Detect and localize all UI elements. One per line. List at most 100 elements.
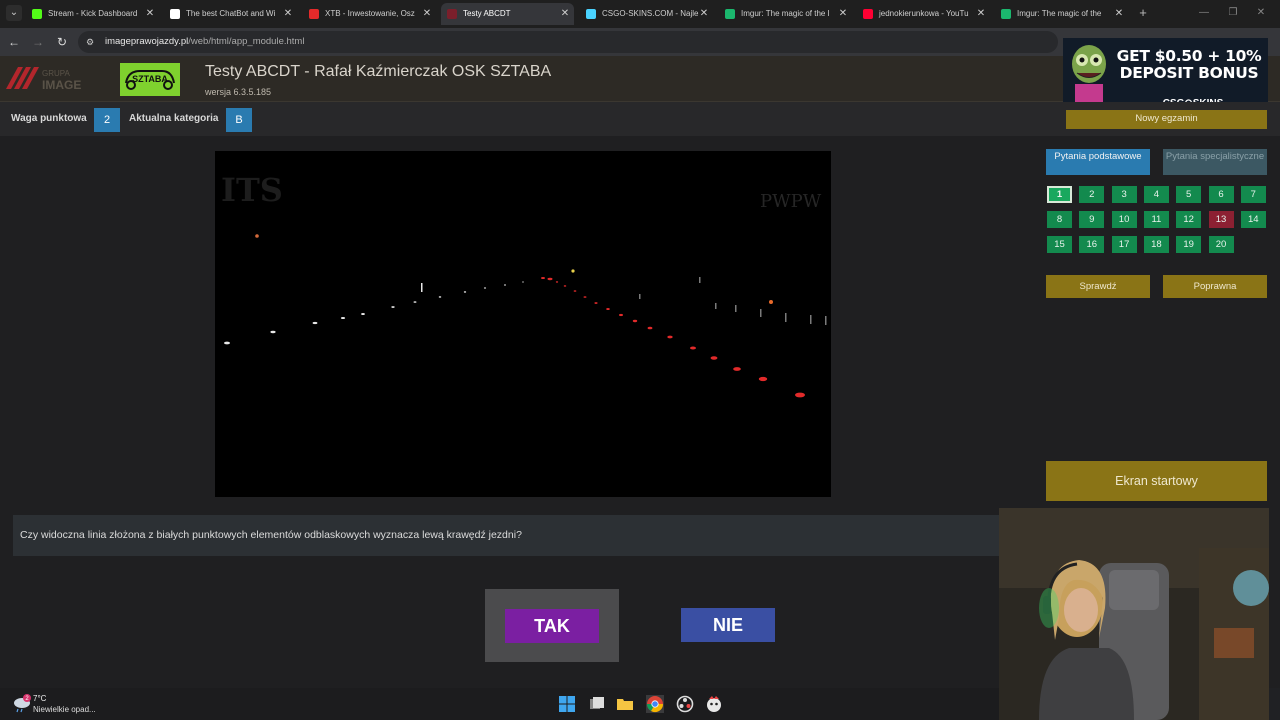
ad-headline: GET $0.50 + 10% DEPOSIT BONUS <box>1116 47 1262 82</box>
its-watermark: ITS <box>221 171 283 209</box>
question-number-button[interactable]: 5 <box>1176 186 1202 203</box>
question-number-button[interactable]: 19 <box>1176 236 1202 253</box>
answer-nie-button[interactable]: NIE <box>681 608 775 642</box>
question-number-button[interactable]: 6 <box>1208 186 1234 203</box>
new-exam-button[interactable]: Nowy egzamin <box>1066 110 1267 129</box>
question-number-button[interactable]: 10 <box>1111 211 1137 228</box>
weight-label: Waga punktowa <box>11 113 87 124</box>
start-screen-button[interactable]: Ekran startowy <box>1046 461 1267 501</box>
browser-tab[interactable]: XTB - Inwestowanie, Osz ✕ <box>303 3 436 25</box>
site-settings-icon[interactable]: ⚙ <box>86 35 98 49</box>
tab-title: The best ChatBot and Wi <box>186 9 276 18</box>
question-number-button[interactable]: 1 <box>1047 186 1072 203</box>
logo-image-text: IMAGE <box>42 78 81 92</box>
correct-answer-button[interactable]: Poprawna <box>1163 275 1267 298</box>
pwpw-watermark: PWPW <box>760 191 822 212</box>
grupa-image-logo: GRUPA IMAGE <box>6 67 81 92</box>
question-number-button[interactable]: 2 <box>1079 186 1105 203</box>
sztaba-logo: SZTABA <box>120 63 180 96</box>
url-text: imageprawojazdy.pl/web/html/app_module.h… <box>105 31 304 53</box>
minimize-icon[interactable]: — <box>1196 4 1212 22</box>
question-bar: Czy widoczna linia złożona z białych pun… <box>13 515 999 556</box>
url-path: /web/html/app_module.html <box>188 36 305 47</box>
question-number-button[interactable]: 9 <box>1079 211 1105 228</box>
chrome-icon[interactable] <box>646 695 664 713</box>
csgo-skins-ad-banner[interactable]: GET $0.50 + 10% DEPOSIT BONUS CSG⊙SKINS <box>1063 38 1268 112</box>
weight-value: 2 <box>94 108 120 132</box>
url-host: imageprawojazdy.pl <box>105 36 189 47</box>
close-tab-icon[interactable]: ✕ <box>976 3 986 25</box>
browser-tab[interactable]: Testy ABCDT ✕ <box>441 3 574 25</box>
close-tab-icon[interactable]: ✕ <box>1114 3 1124 25</box>
browser-tab[interactable]: jednokierunkowa - YouTu ✕ <box>857 3 990 25</box>
close-tab-icon[interactable]: ✕ <box>699 3 709 25</box>
tab-basic-questions[interactable]: Pytania podstawowe <box>1046 149 1150 175</box>
kick-icon <box>32 9 42 19</box>
weather-rain-icon[interactable]: 2 <box>12 693 32 713</box>
question-number-button[interactable]: 11 <box>1143 211 1169 228</box>
question-number-button[interactable]: 12 <box>1176 211 1202 228</box>
question-number-button[interactable]: 15 <box>1047 236 1072 253</box>
app-version: wersja 6.3.5.185 <box>205 87 272 97</box>
close-tab-icon[interactable]: ✕ <box>145 3 155 25</box>
weather-description: Niewielkie opad... <box>33 705 96 714</box>
night-road-scene: ITS PWPW <box>215 151 831 497</box>
browser-tab[interactable]: CSGO-SKINS.COM - Najle ✕ <box>580 3 713 25</box>
new-tab-plus-icon[interactable]: + <box>1136 4 1150 22</box>
zombie-mascot-icon <box>1072 45 1106 110</box>
tab-title: Stream - Kick Dashboard <box>48 9 138 18</box>
windows-taskbar: 2 7°C Niewielkie opad... <box>0 688 999 720</box>
question-number-button[interactable]: 14 <box>1240 211 1266 228</box>
csgo-skins-icon <box>586 9 596 19</box>
question-number-button[interactable]: 17 <box>1111 236 1137 253</box>
question-video: ITS PWPW <box>215 151 831 497</box>
answer-tak-button[interactable]: TAK <box>505 609 599 643</box>
testy-icon <box>447 9 457 19</box>
check-button[interactable]: Sprawdź <box>1046 275 1150 298</box>
tab-title: Imgur: The magic of the <box>1017 9 1102 18</box>
answer-tak-highlight: TAK <box>485 589 619 662</box>
file-explorer-icon[interactable] <box>616 695 634 713</box>
browser-tab[interactable]: The best ChatBot and Wi ✕ <box>164 3 297 25</box>
close-tab-icon[interactable]: ✕ <box>283 3 293 25</box>
address-bar[interactable]: ⚙ imageprawojazdy.pl/web/html/app_module… <box>78 31 1058 53</box>
mascot-app-icon[interactable] <box>705 695 723 713</box>
page-title: Testy ABCDT - Rafał Kaźmierczak OSK SZTA… <box>205 63 552 80</box>
tab-title: Testy ABCDT <box>463 9 511 18</box>
browser-tab-strip: ⌄ Stream - Kick Dashboard ✕ The best ChatB… <box>0 0 1280 28</box>
question-number-button[interactable]: 7 <box>1240 186 1266 203</box>
category-label: Aktualna kategoria <box>129 113 219 124</box>
question-number-button[interactable]: 20 <box>1208 236 1234 253</box>
question-number-button[interactable]: 16 <box>1079 236 1105 253</box>
tab-search-chevron-icon[interactable]: ⌄ <box>6 5 22 21</box>
question-number-button[interactable]: 8 <box>1047 211 1072 228</box>
task-view-icon[interactable] <box>588 695 606 713</box>
maximize-icon[interactable]: ❐ <box>1225 4 1241 22</box>
back-arrow-icon[interactable]: ← <box>6 34 22 50</box>
category-value: B <box>226 108 252 132</box>
question-number-button[interactable]: 3 <box>1111 186 1137 203</box>
tab-title: jednokierunkowa - YouTu <box>879 9 969 18</box>
obs-app-icon[interactable] <box>676 695 694 713</box>
close-tab-icon[interactable]: ✕ <box>838 3 848 25</box>
question-number-button[interactable]: 13 <box>1208 211 1234 228</box>
forward-arrow-icon[interactable]: → <box>30 34 46 50</box>
youtube-icon <box>863 9 873 19</box>
tab-title: Imgur: The magic of the I <box>741 9 830 18</box>
logo-grupa-text: GRUPA <box>42 69 71 78</box>
close-tab-icon[interactable]: ✕ <box>560 3 570 25</box>
imgur-icon <box>725 9 735 19</box>
xtb-icon <box>309 9 319 19</box>
close-tab-icon[interactable]: ✕ <box>422 3 432 25</box>
browser-tab[interactable]: Imgur: The magic of the I ✕ <box>719 3 852 25</box>
close-window-icon[interactable]: ✕ <box>1253 4 1269 22</box>
browser-tab[interactable]: Imgur: The magic of the ✕ <box>995 3 1128 25</box>
tab-specialist-questions[interactable]: Pytania specjalistyczne <box>1163 149 1267 175</box>
question-number-button[interactable]: 18 <box>1143 236 1169 253</box>
tab-title: XTB - Inwestowanie, Osz <box>325 9 415 18</box>
browser-tab[interactable]: Stream - Kick Dashboard ✕ <box>26 3 159 25</box>
windows-start-icon[interactable] <box>558 695 576 713</box>
question-text: Czy widoczna linia złożona z białych pun… <box>20 529 522 541</box>
question-number-button[interactable]: 4 <box>1143 186 1169 203</box>
reload-icon[interactable]: ↻ <box>54 34 70 50</box>
